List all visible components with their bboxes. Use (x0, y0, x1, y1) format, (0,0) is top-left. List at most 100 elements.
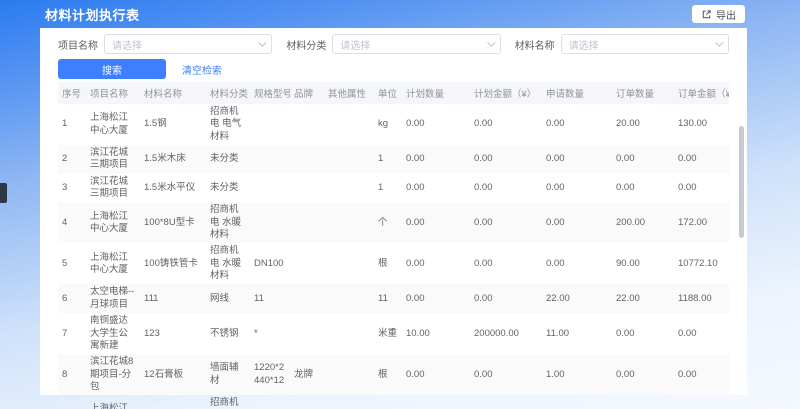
table-cell: 10772.10 (674, 243, 729, 284)
table-cell: 1.5钢 (140, 104, 206, 145)
filter-bar: 项目名称请选择材料分类请选择材料名称请选择 (40, 28, 747, 56)
table-cell: 网线 (206, 284, 250, 313)
column-header: 其他属性 (324, 82, 374, 104)
table-cell: 招商机电 电气材料 (206, 104, 250, 145)
table-cell: 上海松江中心大厦 (86, 202, 140, 243)
table-cell: 0.00 (402, 395, 470, 409)
table-cell: 上海松江中心大厦 (86, 395, 140, 409)
export-label: 导出 (716, 7, 736, 22)
table-cell: 根 (374, 243, 402, 284)
table-cell (250, 104, 290, 145)
table-cell (290, 243, 324, 284)
chevron-down-icon (487, 38, 495, 46)
table-cell: 156.80 (674, 395, 729, 409)
table-cell: * (250, 313, 290, 354)
table-cell: 0.00 (402, 243, 470, 284)
table-cell: 20.00 (612, 104, 674, 145)
table-cell: 0.00 (402, 174, 470, 203)
table-cell: 3 (58, 174, 86, 203)
table-cell (250, 202, 290, 243)
table-cell: 172.00 (674, 202, 729, 243)
table-cell: 90.00 (612, 243, 674, 284)
table-cell: 200000.00 (470, 313, 542, 354)
filter-select-1[interactable]: 请选择 (104, 34, 272, 54)
table-cell: 0.00 (402, 354, 470, 395)
table-cell (324, 313, 374, 354)
table-cell: 0.00 (612, 313, 674, 354)
table-header-row: 序号项目名称材料名称材料分类规格型号品牌其他属性单位计划数量计划金额（¥）申请数… (58, 82, 729, 104)
vertical-scrollbar[interactable] (739, 126, 744, 238)
filter-select-2[interactable]: 请选择 (332, 34, 500, 54)
column-header: 计划数量 (402, 82, 470, 104)
page-title: 材料计划执行表 (45, 5, 140, 24)
table-cell (250, 145, 290, 174)
filter-label: 材料名称 (515, 37, 555, 52)
column-header: 项目名称 (86, 82, 140, 104)
filter-placeholder: 请选择 (340, 37, 370, 52)
search-button[interactable]: 搜索 (58, 59, 166, 79)
table-cell: 0.00 (542, 395, 612, 409)
column-header: 计划金额（¥） (470, 82, 542, 104)
table-cell: 11 (374, 284, 402, 313)
table-row: 8滨江花城8期项目-分包12石膏板墙面辅材1220*2440*12龙牌根0.00… (58, 354, 729, 395)
table-cell: 0.00 (470, 145, 542, 174)
table-cell (324, 202, 374, 243)
filter-group-3: 材料名称请选择 (515, 34, 729, 54)
table-cell (290, 395, 324, 409)
filter-group-1: 项目名称请选择 (58, 34, 272, 54)
table-cell: 0.00 (402, 202, 470, 243)
table-cell (324, 354, 374, 395)
table-row: 6太空电梯--月球项目111网线11110.000.0022.0022.0011… (58, 284, 729, 313)
table-cell: 100铸铁管卡 (140, 243, 206, 284)
table-cell: 11 (250, 284, 290, 313)
table-cell: 0.00 (542, 174, 612, 203)
table-cell: 5 (58, 243, 86, 284)
column-header: 品牌 (290, 82, 324, 104)
column-header: 序号 (58, 82, 86, 104)
table-cell (290, 174, 324, 203)
table-cell (290, 284, 324, 313)
filter-label: 材料分类 (286, 37, 326, 52)
table-cell: 不锈钢 (206, 313, 250, 354)
table-cell: 150*10U型卡 (140, 395, 206, 409)
table-cell (324, 174, 374, 203)
table-cell: 0.00 (542, 104, 612, 145)
table-cell: 个 (374, 395, 402, 409)
table-row: 7南铜盛达大学生公寓新建123不锈钢*米重10.00200000.0011.00… (58, 313, 729, 354)
table-cell (290, 104, 324, 145)
column-header: 规格型号 (250, 82, 290, 104)
table-cell: 招商机电 水暖材料 (206, 202, 250, 243)
table-cell: 滨江花城8期项目-分包 (86, 354, 140, 395)
table-cell: 招商机电 水暖材料 (206, 243, 250, 284)
table-cell (324, 395, 374, 409)
table-cell: 130.00 (674, 104, 729, 145)
table-row: 2滨江花城三期项目1.5米木床未分类10.000.000.000.000.00 (58, 145, 729, 174)
drawer-handle[interactable] (0, 183, 7, 203)
chevron-down-icon (258, 38, 266, 46)
filter-group-2: 材料分类请选择 (286, 34, 500, 54)
table-cell: 根 (374, 354, 402, 395)
table-cell (324, 145, 374, 174)
table-cell (290, 145, 324, 174)
table-row: 3滨江花城三期项目1.5米水平仪未分类10.000.000.000.000.00 (58, 174, 729, 203)
table-cell: 11.00 (542, 313, 612, 354)
table-cell: 上海松江中心大厦 (86, 104, 140, 145)
clear-search-button[interactable]: 清空检索 (182, 62, 222, 77)
table-cell (290, 202, 324, 243)
table-cell: 未分类 (206, 174, 250, 203)
table-cell: 200.00 (612, 202, 674, 243)
table-row: 9上海松江中心大厦150*10U型卡招商机电 水暖材料个0.000.000.00… (58, 395, 729, 409)
table-cell: 8 (58, 354, 86, 395)
content-panel: 项目名称请选择材料分类请选择材料名称请选择 搜索 清空检索 序号项目名称材料名称… (40, 28, 747, 395)
table-cell: 100*8U型卡 (140, 202, 206, 243)
table-cell: 个 (374, 202, 402, 243)
table-cell: 滨江花城三期项目 (86, 145, 140, 174)
export-button[interactable]: 导出 (692, 5, 745, 23)
table-cell: 0.00 (470, 354, 542, 395)
table-row: 5上海松江中心大厦100铸铁管卡招商机电 水暖材料DN100根0.000.000… (58, 243, 729, 284)
table-cell (250, 174, 290, 203)
table-cell: 上海松江中心大厦 (86, 243, 140, 284)
table-cell: 1.00 (542, 354, 612, 395)
filter-select-3[interactable]: 请选择 (561, 34, 729, 54)
column-header: 订单数量 (612, 82, 674, 104)
